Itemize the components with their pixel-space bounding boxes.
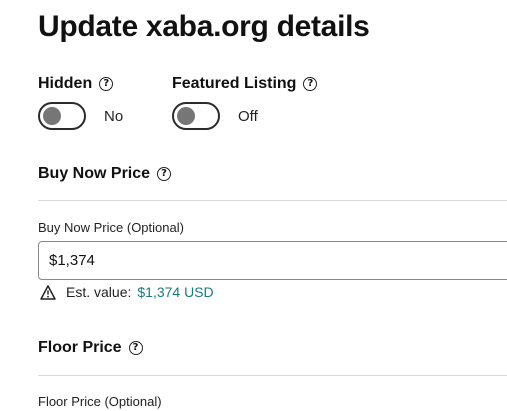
buy-now-help-icon[interactable]: ? bbox=[157, 167, 172, 181]
est-value-label: Est. value: bbox=[66, 284, 132, 300]
featured-toggle-group: Featured Listing ? Off bbox=[172, 72, 318, 130]
featured-state: Off bbox=[238, 107, 258, 125]
featured-switch[interactable] bbox=[172, 102, 220, 130]
buy-now-field-label: Buy Now Price (Optional) bbox=[38, 220, 184, 235]
hidden-toggle-group: Hidden ? No bbox=[38, 72, 123, 130]
est-value-amount: $1,374 USD bbox=[137, 284, 214, 300]
buy-now-price-value: $1,374 bbox=[49, 252, 95, 269]
buy-now-price-input[interactable]: $1,374 bbox=[38, 241, 507, 280]
floor-section-title: Floor Price ? bbox=[38, 339, 143, 357]
floor-field-label: Floor Price (Optional) bbox=[38, 394, 162, 409]
page-title: Update xaba.org details bbox=[38, 10, 370, 43]
divider bbox=[38, 200, 507, 201]
warning-triangle-icon bbox=[40, 284, 56, 300]
featured-switch-knob bbox=[177, 107, 195, 125]
hidden-label: Hidden bbox=[38, 75, 93, 92]
featured-help-icon[interactable]: ? bbox=[303, 77, 318, 91]
hidden-switch[interactable] bbox=[38, 102, 86, 130]
featured-label: Featured Listing bbox=[172, 75, 297, 92]
hidden-help-icon[interactable]: ? bbox=[99, 77, 114, 91]
hidden-state: No bbox=[104, 107, 124, 125]
floor-title-text: Floor Price bbox=[38, 339, 122, 356]
buy-now-title-text: Buy Now Price bbox=[38, 165, 151, 182]
floor-help-icon[interactable]: ? bbox=[128, 341, 143, 355]
hidden-switch-knob bbox=[43, 107, 61, 125]
buy-now-section-title: Buy Now Price ? bbox=[38, 165, 172, 183]
estimated-value-row: Est. value: $1,374 USD bbox=[40, 284, 214, 300]
divider bbox=[38, 375, 507, 376]
